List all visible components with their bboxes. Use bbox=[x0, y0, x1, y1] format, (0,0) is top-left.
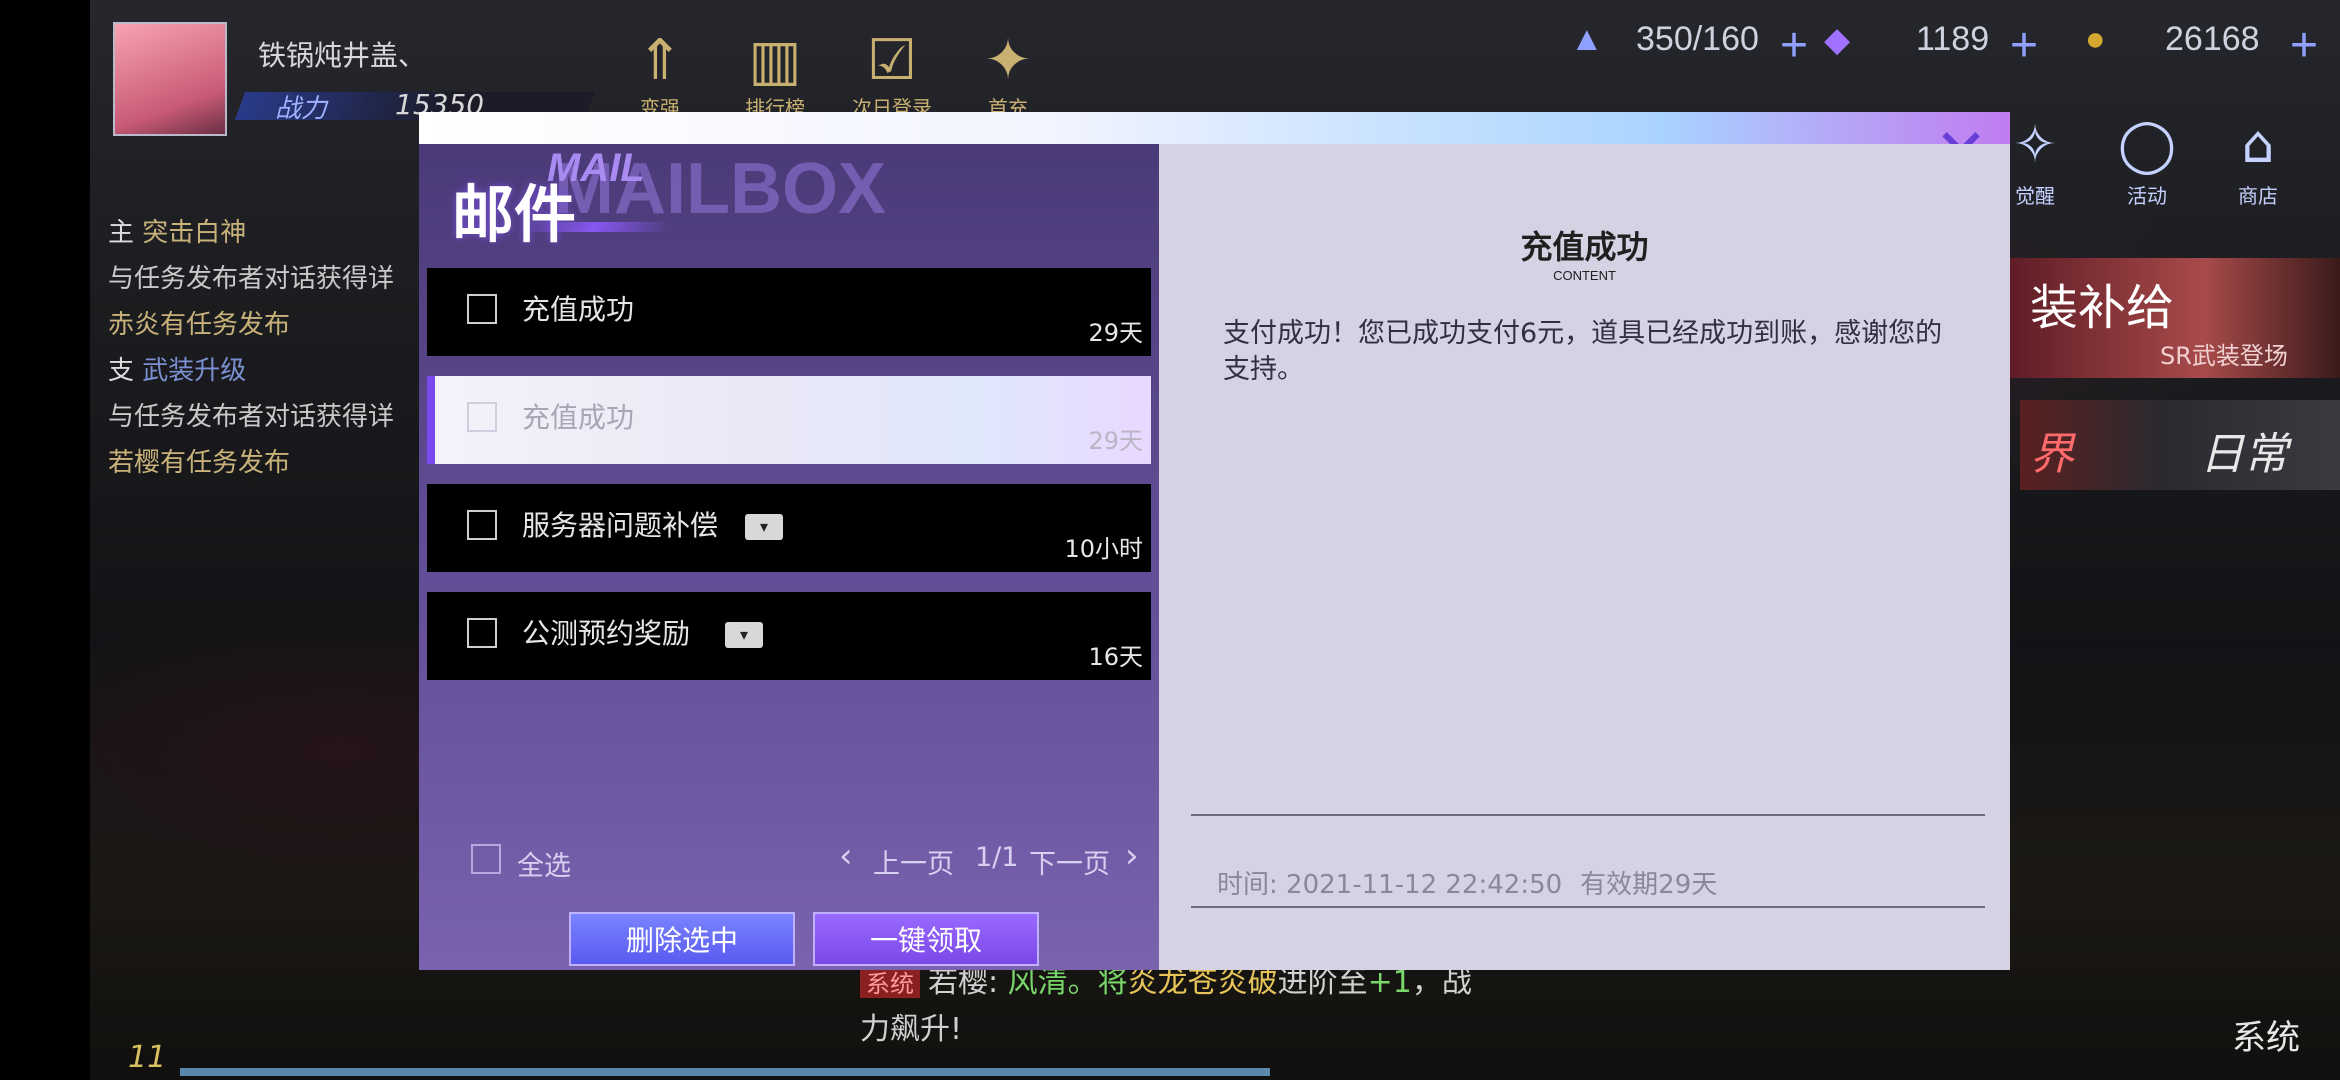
top-icon-ranking[interactable]: ▥ 排行榜 bbox=[735, 30, 815, 121]
crystal-icon: ◆ bbox=[1824, 21, 1851, 59]
chat-skill: 炎龙苍炎破 bbox=[1127, 965, 1278, 1000]
quest-sub: 若樱有任务发布 bbox=[108, 448, 291, 478]
mail-expiry: 有效期29天 bbox=[1580, 870, 1718, 900]
chat-level: +1 bbox=[1367, 965, 1412, 1000]
side-icon-label: 商店 bbox=[2238, 184, 2278, 208]
boot-icon: ▲ bbox=[1570, 20, 1604, 58]
top-icon-next-day-login[interactable]: ☑ 次日登录 bbox=[852, 30, 932, 121]
mail-checkbox[interactable] bbox=[467, 402, 497, 432]
balloon-icon: ◯ bbox=[2117, 115, 2177, 175]
mail-item-time-left: 16天 bbox=[1088, 643, 1143, 671]
mail-item-time-left: 29天 bbox=[1088, 427, 1143, 455]
add-crystal-button[interactable]: + bbox=[2010, 18, 2038, 73]
delete-selected-button[interactable]: 删除选中 bbox=[569, 912, 795, 966]
mail-title: 邮件 bbox=[452, 178, 577, 251]
currency-value: 350/160 bbox=[1636, 20, 1759, 58]
quest-tag: 支 bbox=[108, 356, 135, 386]
content-body: 支付成功！您已成功支付6元，道具已经成功到账，感谢您的支持。 bbox=[1223, 318, 1943, 385]
quest-tag: 主 bbox=[108, 218, 135, 248]
prev-page-button[interactable]: 上一页 bbox=[873, 842, 954, 881]
mail-dialog: ✕ MAILBOX MAIL 邮件 充值成功 29天 充值成功 29天 服务器问… bbox=[419, 112, 2010, 970]
mail-content-panel: 充值成功 CONTENT 支付成功！您已成功支付6元，道具已经成功到账，感谢您的… bbox=[1159, 144, 2010, 970]
bottom-number: 11 bbox=[128, 1040, 167, 1075]
quest-desc: 与任务发布者对话获得详 bbox=[108, 264, 395, 294]
content-subtitle: CONTENT bbox=[1553, 268, 1616, 283]
system-button[interactable]: 系统 bbox=[2232, 1010, 2300, 1059]
currency-stamina: ▲ 350/160 + bbox=[1570, 19, 1850, 72]
divider bbox=[1191, 906, 1985, 908]
page-indicator: 1/1 bbox=[975, 842, 1019, 873]
player-avatar[interactable] bbox=[113, 22, 227, 136]
chevron-right-icon[interactable]: › bbox=[1125, 836, 1139, 876]
quest-desc: 与任务发布者对话获得详 bbox=[108, 402, 395, 432]
mail-list-item-selected[interactable]: 充值成功 29天 bbox=[427, 376, 1151, 464]
add-gold-button[interactable]: + bbox=[2290, 18, 2318, 73]
chat-part1: 风清。将 bbox=[1007, 965, 1128, 1000]
chat-speaker: 若樱: bbox=[928, 965, 999, 1000]
player-name: 铁锅炖井盖、 bbox=[258, 39, 427, 72]
arrow-up-icon: ⇑ bbox=[636, 28, 684, 93]
chat-tag: 系统 bbox=[860, 970, 920, 998]
daily-label: 日常 bbox=[2200, 429, 2288, 480]
mail-checkbox[interactable] bbox=[467, 618, 497, 648]
chat-message[interactable]: 系统 若樱: 风清。将炎龙苍炎破进阶至+1，战力飙升! bbox=[860, 960, 1500, 1053]
banner-left-text: 界 bbox=[2030, 429, 2074, 480]
quest-sub: 赤炎有任务发布 bbox=[108, 310, 291, 340]
shop-bag-icon: ⌂ bbox=[2241, 115, 2275, 175]
quest-title: 武装升级 bbox=[142, 356, 247, 386]
attachment-icon: ▾ bbox=[745, 514, 783, 540]
mail-item-name: 服务器问题补偿 bbox=[522, 509, 719, 542]
dialog-top-bar bbox=[419, 112, 2010, 144]
add-stamina-button[interactable]: + bbox=[1780, 18, 1808, 73]
select-all-label[interactable]: 全选 bbox=[517, 844, 571, 883]
wing-icon: ✦ bbox=[984, 28, 1032, 93]
select-all-checkbox[interactable] bbox=[471, 844, 501, 874]
currency-value: 1189 bbox=[1916, 20, 1990, 58]
content-title: 充值成功 bbox=[1520, 228, 1649, 266]
mail-item-time-left: 29天 bbox=[1088, 319, 1143, 347]
chat-part2: 进阶至 bbox=[1277, 965, 1368, 1000]
quest-tracker[interactable]: 主 突击白神 与任务发布者对话获得详 赤炎有任务发布 支 武装升级 与任务发布者… bbox=[108, 210, 438, 486]
side-icon-shop[interactable]: ⌂ 商店 bbox=[2218, 110, 2298, 209]
top-icon-first-charge[interactable]: ✦ 首充 bbox=[968, 30, 1048, 121]
next-page-button[interactable]: 下一页 bbox=[1029, 842, 1110, 881]
chevron-left-icon[interactable]: ‹ bbox=[839, 836, 853, 876]
mail-list-item[interactable]: 服务器问题补偿 ▾ 10小时 bbox=[427, 484, 1151, 572]
banner-title: 装补给 bbox=[2030, 280, 2175, 336]
mail-meta: 时间: 2021-11-12 22:42:50 有效期29天 bbox=[1217, 864, 1717, 901]
ranking-icon: ▥ bbox=[748, 28, 802, 93]
banner-subtitle: SR武装登场 bbox=[2160, 342, 2288, 370]
mail-checkbox[interactable] bbox=[467, 510, 497, 540]
mail-item-name: 公测预约奖励 bbox=[522, 617, 691, 650]
side-icon-label: 活动 bbox=[2127, 184, 2167, 208]
event-banner[interactable]: 装补给 SR武装登场 bbox=[2000, 258, 2340, 378]
progress-bar bbox=[180, 1068, 1270, 1076]
mail-list-item[interactable]: 公测预约奖励 ▾ 16天 bbox=[427, 592, 1151, 680]
mail-item-name: 充值成功 bbox=[522, 293, 635, 326]
currency-value: 26168 bbox=[2165, 20, 2260, 58]
side-icon-activity[interactable]: ◯ 活动 bbox=[2107, 110, 2187, 209]
mail-item-name: 充值成功 bbox=[522, 401, 635, 434]
mail-item-time-left: 10小时 bbox=[1064, 535, 1143, 563]
calendar-check-icon: ☑ bbox=[866, 28, 918, 93]
mail-list-item[interactable]: 充值成功 29天 bbox=[427, 268, 1151, 356]
currency-gold: ● 26168 + bbox=[2085, 19, 2335, 72]
top-icon-strengthen[interactable]: ⇑ 变强 bbox=[620, 30, 700, 121]
claim-all-button[interactable]: 一键领取 bbox=[813, 912, 1039, 966]
quest-title: 突击白神 bbox=[142, 218, 247, 248]
mail-checkbox[interactable] bbox=[467, 294, 497, 324]
divider bbox=[1191, 814, 1985, 816]
side-icon-label: 觉醒 bbox=[2015, 184, 2055, 208]
quest-side[interactable]: 支 武装升级 bbox=[108, 348, 438, 394]
coin-icon: ● bbox=[2085, 20, 2106, 58]
daily-banner[interactable]: 界 日常 bbox=[2020, 400, 2340, 490]
mail-time: 时间: 2021-11-12 22:42:50 bbox=[1217, 870, 1563, 900]
quest-main[interactable]: 主 突击白神 bbox=[108, 210, 438, 256]
mail-list-panel: MAILBOX MAIL 邮件 充值成功 29天 充值成功 29天 服务器问题补… bbox=[419, 144, 1159, 970]
attachment-icon: ▾ bbox=[725, 622, 763, 648]
power-label: 战力 bbox=[275, 94, 328, 124]
currency-crystal: ◆ 1189 + bbox=[1824, 19, 2064, 72]
